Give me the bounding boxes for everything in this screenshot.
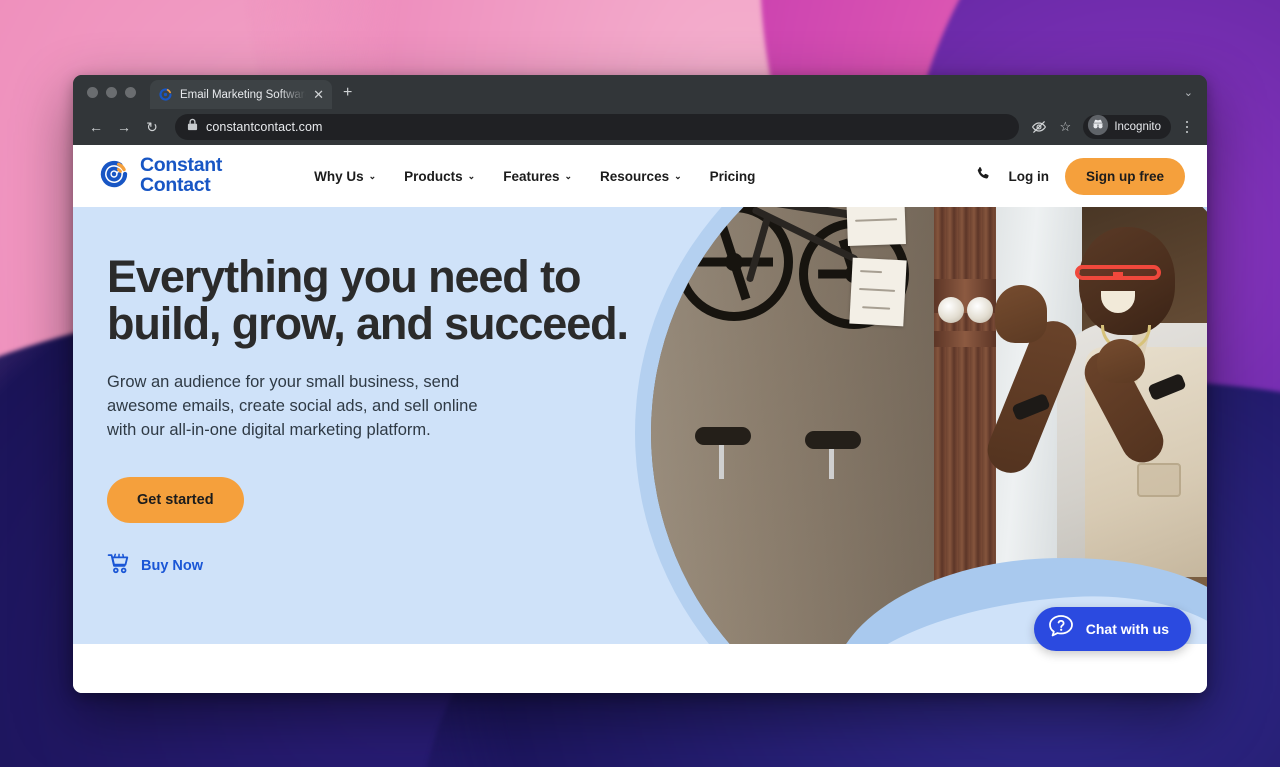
browser-window: Email Marketing Software | Co ✕ + ⌄ ← → … xyxy=(73,75,1207,693)
nav-item-why-us[interactable]: Why Us ⌄ xyxy=(314,169,376,184)
profile-label: Incognito xyxy=(1114,121,1161,133)
forward-button[interactable]: → xyxy=(111,114,137,140)
owner-smile xyxy=(1101,291,1135,313)
shopping-cart-icon xyxy=(107,553,130,579)
header-actions: Log in Sign up free xyxy=(975,157,1185,195)
kebab-menu-icon[interactable] xyxy=(1177,120,1197,134)
close-tab-button[interactable]: ✕ xyxy=(313,88,324,101)
nav-label: Why Us xyxy=(314,168,364,184)
owner-hand-chest xyxy=(1097,339,1145,383)
tab-strip: Email Marketing Software | Co ✕ + ⌄ xyxy=(73,75,1207,109)
address-bar-url: constantcontact.com xyxy=(206,120,323,134)
site-header: Constant Contact Why Us ⌄ Products ⌄ Fea… xyxy=(73,145,1207,207)
hero-headline: Everything you need to build, grow, and … xyxy=(107,251,629,350)
lock-icon xyxy=(187,118,198,136)
logo-wordmark: Constant Contact xyxy=(140,154,223,196)
apron-pocket xyxy=(1137,463,1181,497)
buy-now-label: Buy Now xyxy=(141,557,204,574)
stool-leg-left xyxy=(719,445,724,479)
bookmark-star-icon[interactable]: ☆ xyxy=(1053,115,1077,139)
chevron-down-icon: ⌄ xyxy=(674,170,682,181)
phone-icon[interactable] xyxy=(975,165,992,187)
page-viewport: Constant Contact Why Us ⌄ Products ⌄ Fea… xyxy=(73,145,1207,693)
constant-contact-logo-icon xyxy=(97,157,131,196)
buy-now-link[interactable]: Buy Now xyxy=(107,553,667,579)
main-navigation: Why Us ⌄ Products ⌄ Features ⌄ Resources… xyxy=(314,169,755,184)
chevron-down-icon[interactable]: ⌄ xyxy=(1184,86,1193,99)
question-bubble-icon xyxy=(1047,613,1075,646)
chat-widget-label: Chat with us xyxy=(1085,621,1169,637)
get-started-button[interactable]: Get started xyxy=(107,476,244,523)
reload-button[interactable]: ↻ xyxy=(139,114,165,140)
shop-sign-top xyxy=(846,207,906,246)
bicycle-hub-rear xyxy=(725,253,743,271)
hero-subheadline: Grow an audience for your small business… xyxy=(107,372,478,440)
shop-sign-bottom xyxy=(849,257,907,327)
constant-contact-favicon xyxy=(158,87,173,102)
minimize-window-button[interactable] xyxy=(106,87,117,98)
browser-tab[interactable]: Email Marketing Software | Co ✕ xyxy=(150,80,332,109)
incognito-icon xyxy=(1087,114,1109,141)
nav-label: Resources xyxy=(600,168,670,184)
column-rosette-right xyxy=(967,297,994,323)
new-tab-button[interactable]: + xyxy=(343,85,352,101)
nav-item-pricing[interactable]: Pricing xyxy=(710,169,756,184)
browser-toolbar: ← → ↻ constantcontact.com ☆ Incognito xyxy=(73,109,1207,145)
stool-leg-right xyxy=(829,449,834,479)
hero-section: Everything you need to build, grow, and … xyxy=(73,207,1207,644)
column-rosette-left xyxy=(938,297,965,323)
window-controls[interactable] xyxy=(87,87,136,98)
logo-line-1: Constant xyxy=(140,154,223,177)
sign-up-free-button[interactable]: Sign up free xyxy=(1064,157,1185,195)
back-button[interactable]: ← xyxy=(83,114,109,140)
profile-chip[interactable]: Incognito xyxy=(1083,114,1171,141)
maximize-window-button[interactable] xyxy=(125,87,136,98)
hero-content: Everything you need to build, grow, and … xyxy=(107,253,667,579)
chevron-down-icon: ⌄ xyxy=(467,170,476,181)
nav-item-resources[interactable]: Resources ⌄ xyxy=(600,169,682,184)
shop-stool-left xyxy=(695,427,751,445)
address-bar[interactable]: constantcontact.com xyxy=(175,114,1020,140)
nav-label: Products xyxy=(404,168,463,184)
chat-widget-button[interactable]: Chat with us xyxy=(1033,607,1191,651)
nav-label: Pricing xyxy=(709,168,756,184)
log-in-link[interactable]: Log in xyxy=(1008,169,1049,184)
column-band-bottom xyxy=(934,331,997,347)
shop-stool-right xyxy=(805,431,861,449)
logo-line-2: Contact xyxy=(140,174,211,196)
nav-label: Features xyxy=(503,168,560,184)
site-logo[interactable]: Constant Contact xyxy=(97,154,223,196)
chevron-down-icon: ⌄ xyxy=(368,170,377,181)
nav-item-features[interactable]: Features ⌄ xyxy=(503,169,572,184)
nav-item-products[interactable]: Products ⌄ xyxy=(404,169,475,184)
close-window-button[interactable] xyxy=(87,87,98,98)
eye-crossed-icon[interactable] xyxy=(1027,115,1051,139)
tab-title: Email Marketing Software | Co xyxy=(180,88,306,101)
owner-glasses xyxy=(1075,265,1161,280)
owner-hand-on-door xyxy=(995,285,1047,343)
chevron-down-icon: ⌄ xyxy=(564,170,573,181)
page-footer-whitespace xyxy=(73,644,1207,693)
owner-head xyxy=(1079,227,1175,335)
